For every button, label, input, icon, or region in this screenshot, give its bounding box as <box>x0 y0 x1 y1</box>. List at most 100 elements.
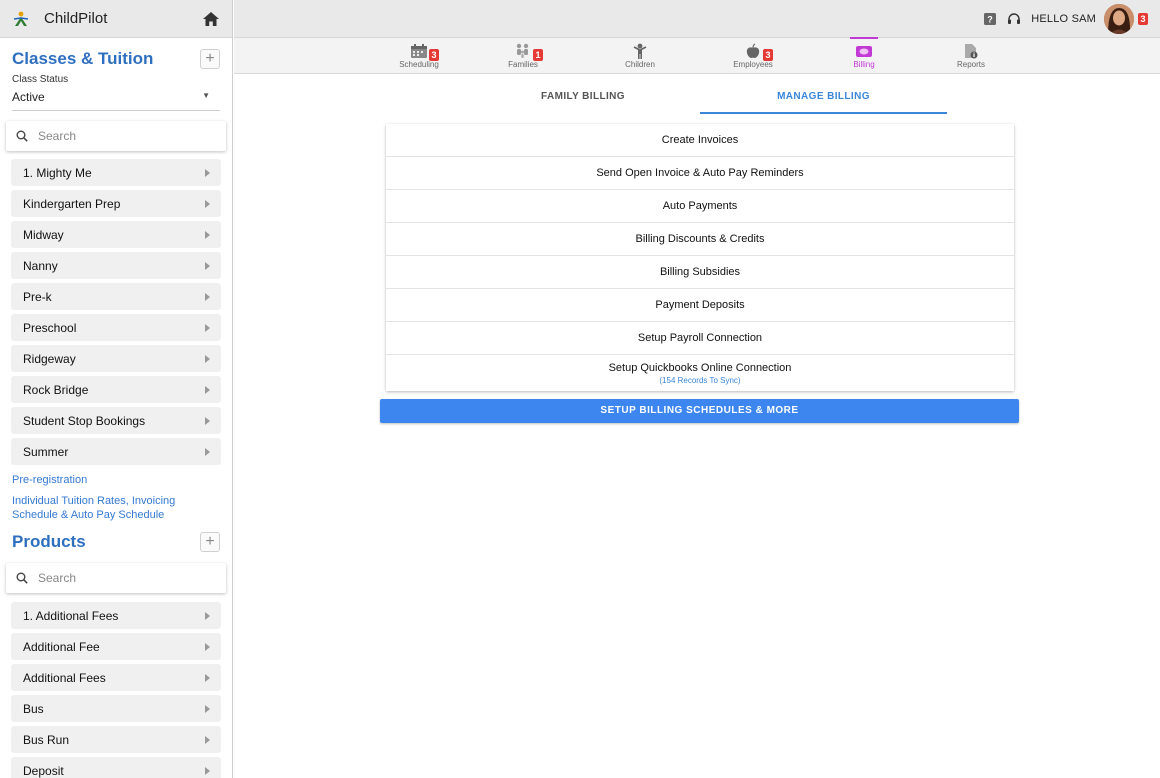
product-search-input[interactable] <box>38 571 208 585</box>
tuition-rates-link[interactable]: Individual Tuition Rates, Invoicing Sche… <box>0 494 232 522</box>
nav-label: Billing <box>853 60 875 69</box>
nav-label: Reports <box>956 60 985 69</box>
nav-scheduling[interactable]: 3 Scheduling <box>379 38 459 74</box>
add-class-button[interactable]: + <box>200 49 220 69</box>
preregistration-link[interactable]: Pre-registration <box>0 473 232 487</box>
search-icon <box>16 572 28 584</box>
tuition-rates-link-line1[interactable]: Individual Tuition Rates, Invoicing <box>0 494 232 508</box>
list-item[interactable]: Deposit <box>11 757 221 778</box>
list-item[interactable]: Summer <box>11 438 221 465</box>
discounts-credits-option[interactable]: Billing Discounts & Credits <box>386 223 1014 256</box>
list-item[interactable]: Midway <box>11 221 221 248</box>
child-icon <box>633 43 647 59</box>
chevron-right-icon <box>205 292 210 301</box>
list-item-label: Bus <box>23 701 44 716</box>
chevron-right-icon <box>205 416 210 425</box>
chevron-right-icon <box>205 385 210 394</box>
list-item[interactable]: 1. Additional Fees <box>11 602 221 629</box>
tuition-rates-link-line2[interactable]: Schedule & Auto Pay Schedule <box>0 508 232 522</box>
menu-item-label: Setup Quickbooks Online Connection <box>608 361 792 374</box>
list-item[interactable]: 1. Mighty Me <box>11 159 221 186</box>
class-list: 1. Mighty Me Kindergarten Prep Midway Na… <box>0 159 232 465</box>
chevron-down-icon[interactable]: ▼ <box>202 91 210 100</box>
list-item[interactable]: Student Stop Bookings <box>11 407 221 434</box>
list-item-label: 1. Additional Fees <box>23 608 119 623</box>
list-item[interactable]: Ridgeway <box>11 345 221 372</box>
class-search-box[interactable] <box>6 121 226 151</box>
list-item-label: Nanny <box>23 258 58 273</box>
nav-children[interactable]: Children <box>600 38 680 74</box>
menu-item-label: Payment Deposits <box>655 299 745 311</box>
list-item-label: Rock Bridge <box>23 382 89 397</box>
chevron-right-icon <box>205 354 210 363</box>
chevron-right-icon <box>205 168 210 177</box>
list-item-label: Pre-k <box>23 289 52 304</box>
nav-reports[interactable]: Reports <box>931 38 1011 74</box>
calendar-icon <box>411 44 427 58</box>
chevron-right-icon <box>205 766 210 775</box>
nav-billing[interactable]: Billing <box>824 37 904 74</box>
user-avatar[interactable] <box>1104 3 1134 34</box>
home-icon[interactable] <box>200 8 222 30</box>
list-item[interactable]: Additional Fee <box>11 633 221 660</box>
list-item-label: Summer <box>23 444 69 459</box>
class-status-label: Class Status <box>12 74 69 85</box>
list-item-label: Student Stop Bookings <box>23 413 146 428</box>
list-item[interactable]: Bus <box>11 695 221 722</box>
chevron-right-icon <box>205 230 210 239</box>
class-search-input[interactable] <box>38 129 208 143</box>
list-item[interactable]: Kindergarten Prep <box>11 190 221 217</box>
list-item-label: Midway <box>23 227 64 242</box>
list-item[interactable]: Rock Bridge <box>11 376 221 403</box>
list-item-label: Preschool <box>23 320 77 335</box>
records-to-sync-count: (154 Records To Sync) <box>659 375 741 385</box>
billing-subsidies-option[interactable]: Billing Subsidies <box>386 256 1014 289</box>
chevron-right-icon <box>205 261 210 270</box>
list-item-label: Kindergarten Prep <box>23 196 121 211</box>
payroll-connection-option[interactable]: Setup Payroll Connection <box>386 322 1014 355</box>
classes-header: Classes & Tuition + <box>0 44 232 74</box>
send-reminders-option[interactable]: Send Open Invoice & Auto Pay Reminders <box>386 157 1014 190</box>
nav-label: Children <box>625 60 655 69</box>
list-item-label: 1. Mighty Me <box>23 165 92 180</box>
list-item[interactable]: Bus Run <box>11 726 221 753</box>
list-item[interactable]: Pre-k <box>11 283 221 310</box>
tab-manage-billing[interactable]: MANAGE BILLING <box>700 80 947 114</box>
product-search-box[interactable] <box>6 563 226 593</box>
manage-billing-menu: Create Invoices Send Open Invoice & Auto… <box>386 124 1014 391</box>
app-name: ChildPilot <box>44 10 108 27</box>
class-status-value[interactable]: Active <box>12 90 220 111</box>
tab-family-billing[interactable]: FAMILY BILLING <box>466 80 700 114</box>
payment-deposits-option[interactable]: Payment Deposits <box>386 289 1014 322</box>
notification-badge[interactable]: 3 <box>1138 12 1148 25</box>
nav-families[interactable]: 1 Families <box>483 38 563 74</box>
products-header: Products + <box>0 527 232 557</box>
list-item[interactable]: Nanny <box>11 252 221 279</box>
nav-label: Families <box>508 60 538 69</box>
class-status-select[interactable]: Class Status Active ▼ <box>0 74 232 111</box>
app-root: ChildPilot Classes & Tuition + Class Sta… <box>0 0 1160 778</box>
menu-item-label: Auto Payments <box>662 200 738 212</box>
add-product-button[interactable]: + <box>200 532 220 552</box>
setup-billing-schedules-button[interactable]: SETUP BILLING SCHEDULES & MORE <box>380 399 1019 423</box>
search-icon <box>16 130 28 142</box>
chevron-right-icon <box>205 673 210 682</box>
classes-title: Classes & Tuition <box>12 49 154 68</box>
menu-item-label: Send Open Invoice & Auto Pay Reminders <box>596 167 804 179</box>
headset-icon[interactable] <box>1007 12 1021 26</box>
chevron-right-icon <box>205 323 210 332</box>
help-icon[interactable]: ? <box>983 12 997 26</box>
sidebar: ChildPilot Classes & Tuition + Class Sta… <box>0 0 233 778</box>
auto-payments-option[interactable]: Auto Payments <box>386 190 1014 223</box>
billing-tabs: FAMILY BILLING MANAGE BILLING <box>466 80 947 114</box>
nav-employees[interactable]: 3 Employees <box>713 38 793 74</box>
list-item[interactable]: Preschool <box>11 314 221 341</box>
apple-icon <box>746 43 760 58</box>
quickbooks-connection-option[interactable]: Setup Quickbooks Online Connection (154 … <box>386 355 1014 391</box>
brand-bar: ChildPilot <box>0 0 232 38</box>
menu-item-label: Billing Discounts & Credits <box>635 233 765 245</box>
list-item[interactable]: Additional Fees <box>11 664 221 691</box>
chevron-right-icon <box>205 447 210 456</box>
create-invoices-option[interactable]: Create Invoices <box>386 124 1014 157</box>
menu-item-label: Setup Payroll Connection <box>637 332 763 344</box>
